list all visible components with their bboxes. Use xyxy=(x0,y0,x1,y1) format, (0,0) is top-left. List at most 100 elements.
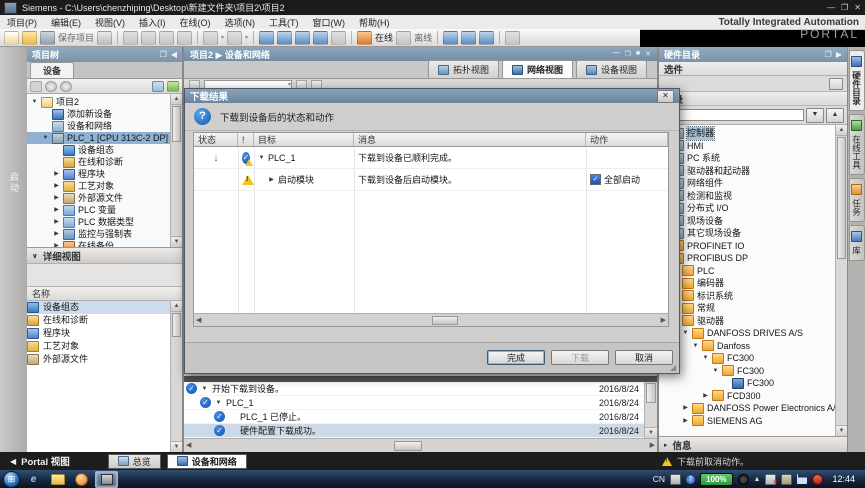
go-online-label[interactable]: 在线 xyxy=(375,31,393,44)
project-tree-item[interactable]: ▶ PLC 变量 xyxy=(27,204,170,216)
editor-breadcrumb[interactable]: 项目2 ▶ 设备和网络 — ❐ ■ ✕ xyxy=(184,47,657,61)
collapse-panel-icon[interactable]: ▶ xyxy=(836,50,842,59)
editor-maximize-icon[interactable]: ■ xyxy=(636,50,640,58)
download-button[interactable]: 下载 xyxy=(551,350,609,365)
col-status[interactable]: 状态 xyxy=(194,133,238,146)
expander-icon[interactable]: ▼ xyxy=(682,327,689,340)
view-tab[interactable]: 设备视图 xyxy=(576,60,647,78)
close-icon[interactable]: ✕ xyxy=(854,3,861,12)
catalog-tree-item[interactable]: ▼ DANFOSS DRIVES A/S xyxy=(659,327,835,340)
detail-view-row[interactable]: 设备组态 xyxy=(27,301,170,314)
show-all-objects-icon[interactable] xyxy=(152,81,164,92)
view-tab[interactable]: 拓扑视图 xyxy=(428,60,499,78)
power-icon[interactable] xyxy=(738,474,749,485)
expander-icon[interactable]: ▶ xyxy=(53,204,60,216)
search-up-icon[interactable]: ▲ xyxy=(826,108,844,123)
col-target[interactable]: 目标 xyxy=(254,133,354,146)
hidden-icons-arrow[interactable]: ▲ xyxy=(754,476,761,483)
close-windows-icon[interactable] xyxy=(505,31,520,45)
catalog-tree-item[interactable]: 现场设备 xyxy=(659,215,835,228)
save-project-icon[interactable] xyxy=(40,31,55,45)
open-project-icon[interactable] xyxy=(22,31,37,45)
language-indicator[interactable]: CN xyxy=(653,474,665,484)
project-tree-item[interactable]: 设备和网络 xyxy=(27,120,170,132)
dialog-close-icon[interactable]: ✕ xyxy=(657,90,674,103)
catalog-tree-item[interactable]: 驱动器和起动器 xyxy=(659,165,835,178)
table-row[interactable]: ↓ ▼ PLC_1 下载到设备已顺利完成。 xyxy=(194,147,668,169)
collapse-panel-icon[interactable]: ◀ xyxy=(171,50,177,59)
info-section-header[interactable]: ▸ 信息 xyxy=(659,436,847,452)
catalog-section-header[interactable]: 目录 xyxy=(659,92,847,106)
col-bang[interactable]: ! xyxy=(238,133,254,146)
menu-item[interactable]: 选项(N) xyxy=(218,16,263,29)
catalog-tree-item[interactable]: ▶ SIEMENS AG xyxy=(659,415,835,428)
catalog-tree-item[interactable]: 分布式 I/O xyxy=(659,202,835,215)
finish-button[interactable]: 完成 xyxy=(487,350,545,365)
task-card-tab[interactable]: 硬件目录 xyxy=(849,50,865,111)
save-project-label[interactable]: 保存项目 xyxy=(58,31,94,44)
catalog-tree-item[interactable]: ▼ FC300 xyxy=(659,352,835,365)
media-player-icon[interactable] xyxy=(71,472,92,487)
project-tree-item[interactable]: ▼ PLC_1 [CPU 313C-2 DP] xyxy=(27,132,170,144)
menu-item[interactable]: 视图(V) xyxy=(88,16,132,29)
redo-icon[interactable] xyxy=(227,31,242,45)
catalog-tree-item[interactable]: 网络组件 xyxy=(659,177,835,190)
table-row[interactable]: ▶ 启动模块 下载到设备后启动模块。 全部启动 xyxy=(194,169,668,191)
tab-devices[interactable]: 设备 xyxy=(30,62,74,78)
undo-icon[interactable] xyxy=(203,31,218,45)
options-section-header[interactable]: 选件 xyxy=(659,62,847,76)
menu-item[interactable]: 窗口(W) xyxy=(306,16,353,29)
help-icon[interactable]: ? xyxy=(686,475,695,484)
catalog-tree-item[interactable]: ▼ 驱动器 xyxy=(659,315,835,328)
col-message[interactable]: 消息 xyxy=(354,133,586,146)
detail-name-column-header[interactable]: 名称 xyxy=(27,286,182,301)
scroll-left-icon[interactable]: ◀ xyxy=(196,316,201,324)
scroll-thumb[interactable] xyxy=(837,137,846,259)
split-editor-vertical-icon[interactable] xyxy=(479,31,494,45)
delete-icon[interactable] xyxy=(177,31,192,45)
expander-icon[interactable]: ▼ xyxy=(201,386,208,392)
catalog-tree-item[interactable]: ▶ 常规 xyxy=(659,302,835,315)
catalog-tree-item[interactable]: ▼ FC300 xyxy=(659,365,835,378)
new-folder-icon[interactable] xyxy=(30,81,42,92)
restore-icon[interactable]: ❐ xyxy=(841,3,848,12)
taskbar-clock[interactable]: 12:44 xyxy=(828,474,859,484)
catalog-tree-item[interactable]: ▶ DANFOSS Power Electronics A/S xyxy=(659,402,835,415)
menu-item[interactable]: 帮助(H) xyxy=(352,16,397,29)
task-card-tab[interactable]: 库 xyxy=(849,225,865,261)
go-offline-label[interactable]: 离线 xyxy=(414,31,432,44)
menu-item[interactable]: 工具(T) xyxy=(262,16,306,29)
expander-icon[interactable]: ▼ xyxy=(42,132,49,144)
project-tree-item[interactable]: 在线和诊断 xyxy=(27,156,170,168)
explorer-icon[interactable] xyxy=(47,472,68,487)
expander-icon[interactable]: ▶ xyxy=(53,168,60,180)
expander-icon[interactable]: ▶ xyxy=(53,216,60,228)
scroll-up-icon[interactable]: ▲ xyxy=(171,301,182,312)
detail-view-row[interactable]: 程序块 xyxy=(27,327,170,340)
catalog-tree-item[interactable]: PROFINET IO xyxy=(659,240,835,253)
new-project-icon[interactable] xyxy=(4,31,19,45)
keyboard-icon[interactable] xyxy=(670,474,681,485)
inspector-row[interactable]: PLC_1 已停止。 2016/8/24 xyxy=(184,410,645,424)
cancel-button[interactable]: 取消 xyxy=(615,350,673,365)
project-tree-item[interactable]: 设备组态 xyxy=(27,144,170,156)
minimize-icon[interactable]: — xyxy=(827,3,835,12)
compile-icon[interactable] xyxy=(259,31,274,45)
volume-muted-icon[interactable] xyxy=(812,474,823,485)
portal-edge-strip[interactable]: 启动 xyxy=(0,47,28,452)
project-tree-item[interactable]: ▶ 在线备份 xyxy=(27,240,170,247)
expander-icon[interactable]: ▶ xyxy=(702,390,709,403)
editor-float-icon[interactable]: ❐ xyxy=(625,50,631,58)
menu-item[interactable]: 插入(I) xyxy=(132,16,173,29)
inspector-row[interactable]: ▼ PLC_1 2016/8/24 xyxy=(184,396,645,410)
scroll-down-icon[interactable]: ▼ xyxy=(836,425,847,436)
scroll-thumb[interactable] xyxy=(432,316,458,325)
scroll-up-icon[interactable]: ▲ xyxy=(836,125,847,136)
expander-icon[interactable]: ▶ xyxy=(268,176,275,183)
catalog-search-input[interactable] xyxy=(662,109,804,121)
scroll-thumb[interactable] xyxy=(646,383,656,403)
paste-icon[interactable] xyxy=(159,31,174,45)
start-button[interactable]: ⊞ xyxy=(3,471,20,488)
dialog-hscrollbar[interactable]: ◀ ▶ xyxy=(194,313,668,326)
catalog-tree-item[interactable]: ▼ Danfoss xyxy=(659,340,835,353)
